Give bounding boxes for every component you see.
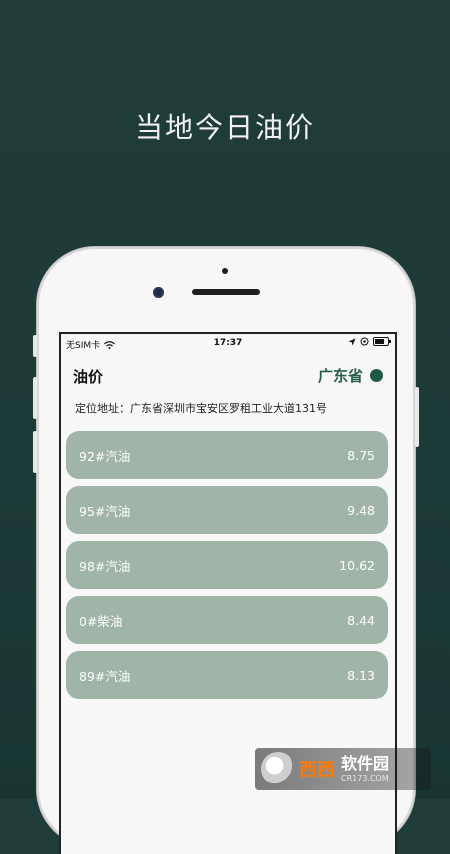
fuel-name: 92#汽油 (79, 448, 131, 464)
watermark-title: 软件园 (341, 753, 390, 773)
battery-icon (373, 337, 391, 346)
watermark-text: 软件园 CR173.COM (341, 753, 390, 783)
fuel-price: 10.62 (339, 557, 375, 573)
orientation-lock-icon (360, 337, 369, 346)
status-bar: 无SIM卡 17:37 (61, 334, 395, 352)
location-arrow-icon (348, 338, 356, 345)
fuel-name: 95#汽油 (79, 503, 131, 519)
price-row[interactable]: 98#汽油 10.62 (66, 541, 388, 589)
fuel-name: 0#柴油 (79, 613, 123, 629)
page-title: 油价 (73, 368, 104, 386)
watermark-brand: 西西 (299, 760, 335, 781)
front-camera (153, 287, 164, 298)
volume-up-button (33, 377, 37, 419)
site-watermark: 西西 软件园 CR173.COM (255, 748, 431, 790)
mute-switch (33, 335, 37, 357)
earpiece-speaker (192, 289, 260, 295)
proximity-sensor (222, 268, 228, 274)
page-headline: 当地今日油价 (134, 111, 315, 144)
price-row[interactable]: 0#柴油 8.44 (66, 596, 388, 644)
fuel-name: 98#汽油 (79, 558, 131, 574)
fuel-name: 89#汽油 (79, 668, 131, 684)
province-selector[interactable]: 广东省 (318, 365, 383, 386)
price-row[interactable]: 89#汽油 8.13 (66, 651, 388, 699)
fuel-price: 8.13 (347, 667, 375, 683)
price-list: 92#汽油 8.75 95#汽油 9.48 98#汽油 10.62 0#柴油 8… (66, 431, 388, 706)
power-button (415, 387, 419, 447)
fuel-price: 9.48 (347, 502, 375, 518)
province-dot-icon (370, 369, 383, 382)
nav-bar: 油价 广东省 (61, 362, 395, 388)
location-address: 定位地址：广东省深圳市宝安区罗租工业大道131号 (75, 402, 327, 415)
fuel-price: 8.44 (347, 612, 375, 628)
province-label: 广东省 (317, 367, 363, 385)
watermark-logo-icon (261, 752, 295, 786)
status-time: 17:37 (213, 338, 243, 348)
fuel-price: 8.75 (347, 447, 375, 463)
watermark-url: CR173.COM (341, 773, 389, 783)
volume-down-button (33, 431, 37, 473)
price-row[interactable]: 92#汽油 8.75 (66, 431, 388, 479)
price-row[interactable]: 95#汽油 9.48 (66, 486, 388, 534)
